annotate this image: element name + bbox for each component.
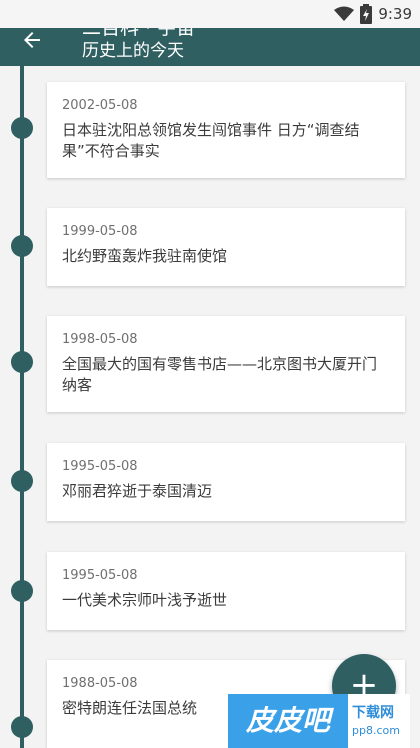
- event-date: 1995-05-08: [62, 568, 138, 583]
- timeline-dot: [11, 580, 33, 602]
- event-date: 1995-05-08: [62, 459, 138, 474]
- watermark-logo: 皮皮吧 下载网 pp8.com: [228, 694, 410, 748]
- app-bar: 二百科 · 宇宙 历史上的今天: [0, 28, 420, 66]
- watermark-side: 下载网 pp8.com: [348, 694, 410, 748]
- event-date: 1998-05-08: [62, 332, 138, 347]
- event-card[interactable]: 1998-05-08 全国最大的国有零售书店——北京图书大厦开门纳客: [47, 316, 405, 412]
- timeline-dot: [11, 716, 33, 738]
- event-date: 2002-05-08: [62, 98, 138, 113]
- timeline-dot: [11, 235, 33, 257]
- wifi-icon: [334, 6, 355, 21]
- event-card[interactable]: 1995-05-08 一代美术宗师叶浅予逝世: [47, 552, 405, 630]
- arrow-left-icon[interactable]: [20, 28, 44, 52]
- timeline-dot: [11, 470, 33, 492]
- watermark-side-bottom: pp8.com: [352, 724, 400, 737]
- status-bar: 9:39: [0, 0, 420, 28]
- timeline-line: [20, 66, 24, 748]
- status-time: 9:39: [378, 5, 412, 23]
- event-title: 邓丽君猝逝于泰国清迈: [62, 482, 213, 500]
- timeline-dot: [11, 117, 33, 139]
- watermark-side-top: 下载网: [352, 705, 394, 721]
- page-title: 历史上的今天: [82, 41, 184, 61]
- event-title: 北约野蛮轰炸我驻南使馆: [62, 247, 228, 265]
- timeline-dot: [11, 351, 33, 373]
- status-icons: 9:39: [334, 4, 412, 24]
- watermark-mark: 皮皮吧: [228, 694, 348, 748]
- event-title: 一代美术宗师叶浅予逝世: [62, 591, 228, 609]
- event-card[interactable]: 1999-05-08 北约野蛮轰炸我驻南使馆: [47, 208, 405, 286]
- battery-charging-icon: [360, 4, 373, 24]
- event-date: 1999-05-08: [62, 224, 138, 239]
- event-card[interactable]: 2002-05-08 日本驻沈阳总领馆发生闯馆事件 日方“调查结果”不符合事实: [47, 82, 405, 178]
- event-title: 全国最大的国有零售书店——北京图书大厦开门纳客: [62, 355, 378, 394]
- event-title: 日本驻沈阳总领馆发生闯馆事件 日方“调查结果”不符合事实: [62, 121, 360, 160]
- event-card[interactable]: 1995-05-08 邓丽君猝逝于泰国清迈: [47, 443, 405, 521]
